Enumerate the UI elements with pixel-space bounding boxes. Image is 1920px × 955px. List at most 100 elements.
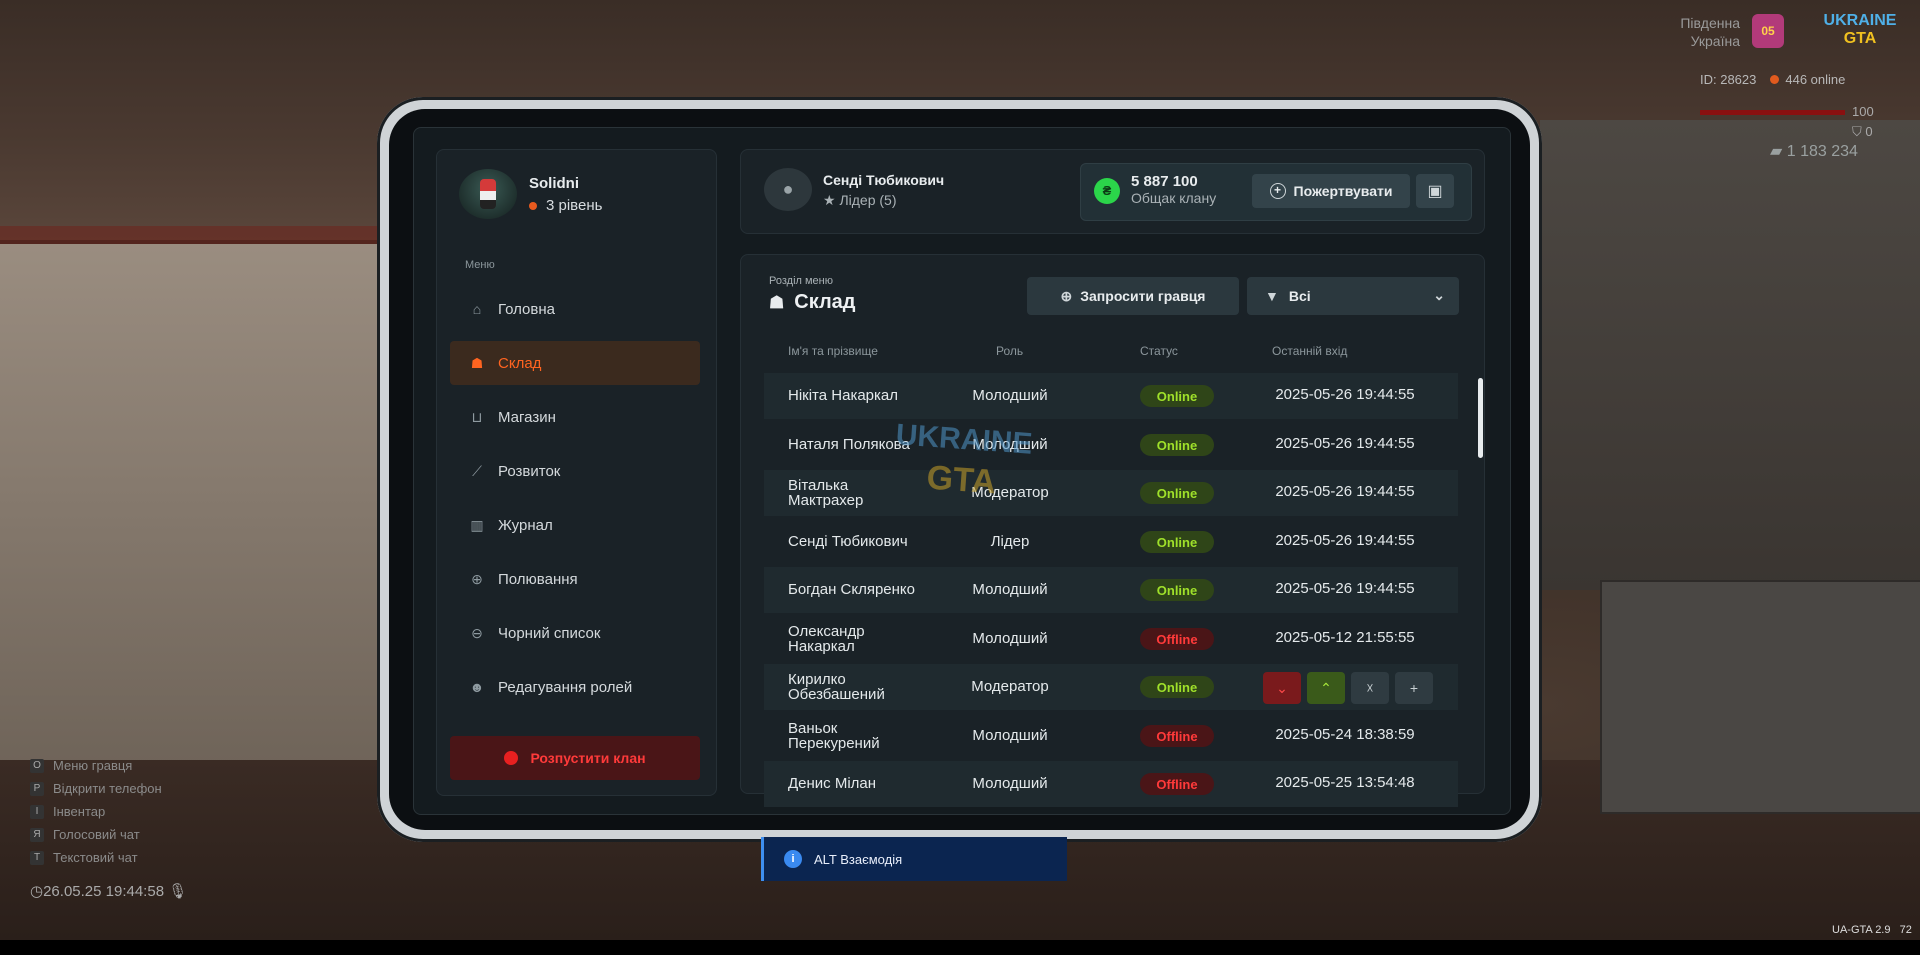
status-badge: Online (1140, 676, 1214, 698)
key-cap: P (30, 781, 44, 796)
member-name-line: Накаркал (788, 638, 855, 655)
last-login: 2025-05-26 19:44:55 (1275, 483, 1415, 500)
sidebar-item-roles[interactable]: ☻ Редагування ролей (450, 665, 700, 709)
health-bar (1700, 110, 1845, 115)
disband-clan-button[interactable]: Розпустити клан (450, 736, 700, 780)
version: UA-GTA 2.9 72 (1832, 924, 1912, 936)
user-level-text: 3 рівень (546, 197, 603, 214)
member-name-line: Олександр (788, 623, 865, 640)
demote-button[interactable]: ⌄ (1263, 672, 1301, 704)
bank-amount: 5 887 100 (1131, 173, 1198, 190)
member-name-line: Нікіта Накаркал (788, 387, 899, 404)
sidebar-item-hunting[interactable]: ⊕ Полювання (450, 557, 700, 601)
sidebar-item-journal[interactable]: ▥ Журнал (450, 503, 700, 547)
status-badge: Online (1140, 579, 1214, 601)
promote-button[interactable]: ⌃ (1307, 672, 1345, 704)
star-icon: ★ (823, 192, 840, 208)
region-badge: 05 (1752, 14, 1784, 48)
last-login: 2025-05-26 19:44:55 (1275, 532, 1415, 549)
sidebar-item-development[interactable]: ⟋ Розвиток (450, 449, 700, 493)
member-name-line: Богдан Скляренко (788, 581, 916, 598)
last-login: 2025-05-12 21:55:55 (1275, 629, 1415, 646)
money-icon: ▰ (1770, 143, 1787, 160)
scrollbar[interactable] (1478, 378, 1483, 458)
sidebar-item-label: Розвиток (498, 462, 561, 480)
member-name: Нікіта Накаркал (788, 388, 898, 403)
sidebar-item-label: Головна (498, 300, 555, 318)
hud-region-line1: Південна (1680, 15, 1740, 31)
sidebar-item-blacklist[interactable]: ⊖ Чорний список (450, 611, 700, 655)
crosshair-icon: ⊕ (471, 570, 483, 587)
column-header-name: Ім'я та прізвище (788, 344, 878, 358)
bank-label: Общак клану (1131, 190, 1217, 206)
money-display: ▰ 1 183 234 (1770, 141, 1858, 161)
plus-icon: + (1269, 183, 1286, 199)
member-role: Лідер (990, 533, 1030, 550)
interaction-text: ALT Взаємодія (814, 851, 903, 867)
member-role: Молодший (972, 387, 1048, 404)
filter-value: Всі (1288, 288, 1311, 304)
member-name-line: Ваньок (788, 720, 838, 737)
key-cap: T (30, 850, 44, 865)
armor-value: ⛉ 0 (1852, 124, 1873, 140)
datetime: 26.05.25 19:44:58 (43, 883, 165, 900)
basket-icon: ⊔ (471, 408, 483, 425)
last-login: 2025-05-25 13:54:48 (1275, 774, 1415, 791)
last-login: 2025-05-26 19:44:55 (1275, 386, 1415, 403)
sidebar-item-members[interactable]: ☗ Склад (450, 341, 700, 385)
key-cap: O (30, 758, 44, 773)
key-hint: I Інвентар (30, 800, 162, 823)
kick-button[interactable]: ☓ (1351, 672, 1389, 704)
member-name-line: Сенді Тюбикович (788, 533, 908, 550)
donate-button[interactable]: + Пожертвувати (1252, 174, 1410, 208)
chevron-up-icon: ⌃ (1320, 679, 1332, 696)
member-name-line: Перекурений (788, 735, 880, 752)
member-name-line: Денис Мілан (788, 775, 877, 792)
key-hint: Я Голосовий чат (30, 823, 162, 846)
key-cap: I (30, 804, 44, 819)
version-label: UA-GTA 2.9 (1832, 924, 1891, 936)
last-login: 2025-05-26 19:44:55 (1275, 435, 1415, 452)
column-header-last-login: Останній вхід (1272, 344, 1348, 358)
member-name-line: Кирилко (788, 671, 846, 688)
key-hint: T Текстовий чат (30, 846, 162, 869)
fps-counter: 72 (1899, 924, 1912, 936)
status-badge: Online (1140, 385, 1214, 407)
member-role: Молодший (972, 581, 1048, 598)
interaction-hint: i ALT Взаємодія (761, 837, 1067, 881)
chevron-down-icon: ⌄ (1433, 287, 1445, 303)
avatar (459, 169, 517, 219)
hud-id-line: ID: 28623 446 online (1700, 72, 1845, 87)
donate-label: Пожертвувати (1293, 183, 1393, 199)
filter-icon: ▼ (1265, 288, 1279, 304)
key-hint-label: Текстовий чат (53, 850, 138, 865)
section-title: ☗ Склад (769, 291, 855, 314)
storage-button[interactable]: ▣ (1416, 174, 1454, 208)
add-blacklist-button[interactable]: + (1395, 672, 1433, 704)
sidebar-item-label: Чорний список (498, 624, 601, 642)
hud-region-line2: Україна (1690, 33, 1740, 49)
invite-player-button[interactable]: ⊕ Запросити гравця (1027, 277, 1239, 315)
member-name-line: Віталька (788, 477, 849, 494)
status-badge: Offline (1140, 773, 1214, 795)
key-hint-label: Меню гравця (53, 758, 133, 773)
member-name: Кирилко Обезбашений (788, 672, 885, 702)
status-filter-select[interactable]: ▼ Всі ⌄ (1247, 277, 1459, 315)
key-hint-label: Голосовий чат (53, 827, 140, 842)
logo-line1: UKRAINE (1823, 12, 1897, 29)
money-value: 1 183 234 (1786, 143, 1858, 160)
member-name: Богдан Скляренко (788, 582, 915, 597)
leader-role: ★ Лідер (5) (823, 192, 897, 209)
member-name: Віталька Мактрахер (788, 478, 863, 508)
last-login: 2025-05-26 19:44:55 (1275, 580, 1415, 597)
right-wall (1540, 120, 1920, 590)
user-level: 3 рівень (529, 197, 602, 214)
member-role: Молодший (972, 630, 1048, 647)
leader-name: Сенді Тюбикович (823, 172, 945, 188)
online-dot-icon (1770, 75, 1780, 84)
sidebar-item-shop[interactable]: ⊔ Магазин (450, 395, 700, 439)
user-plus-icon: + (1409, 680, 1419, 696)
member-name: Ваньок Перекурений (788, 721, 880, 751)
row-actions: ⌄ ⌃ ☓ + (1263, 672, 1433, 704)
sidebar-item-home[interactable]: ⌂ Головна (450, 287, 700, 331)
